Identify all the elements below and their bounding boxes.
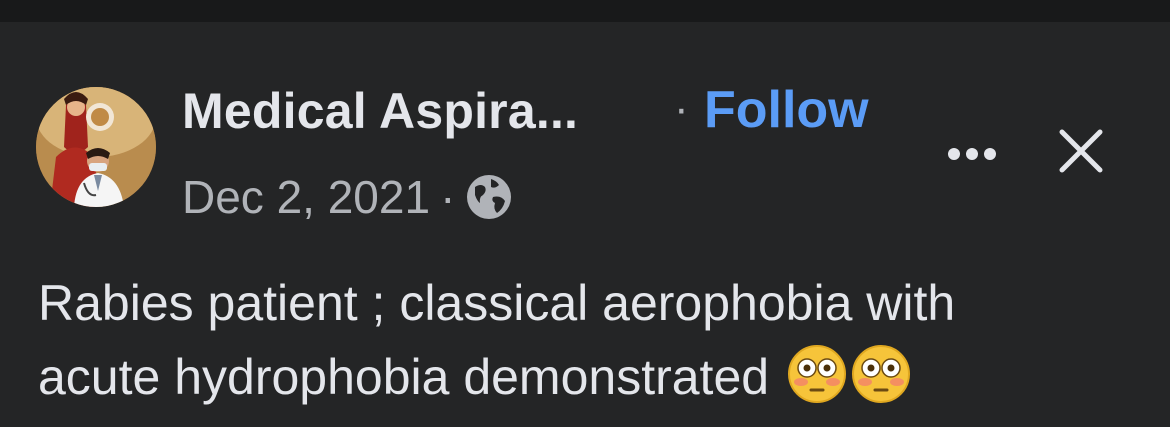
flushed-face-icon bbox=[787, 345, 846, 403]
post-meta: Dec 2, 2021 · bbox=[182, 170, 513, 224]
post-text-line-2-text: acute hydrophobia demonstrated bbox=[38, 349, 770, 405]
flushed-face-icon bbox=[851, 345, 910, 403]
top-strip bbox=[0, 0, 1170, 22]
follow-separator: · bbox=[674, 84, 689, 133]
post-card: Medical Aspira... · Follow Dec 2, 2021 ·… bbox=[0, 22, 1170, 427]
more-options-button[interactable] bbox=[940, 130, 1004, 178]
author-name[interactable]: Medical Aspira... bbox=[182, 82, 578, 140]
author-avatar[interactable] bbox=[36, 87, 156, 207]
meta-separator: · bbox=[440, 171, 456, 223]
close-button[interactable] bbox=[1050, 120, 1112, 182]
post-text-line-2: acute hydrophobia demonstrated bbox=[38, 340, 1148, 414]
close-icon bbox=[1059, 129, 1103, 173]
globe-icon[interactable] bbox=[465, 173, 513, 221]
post-text-line-1: Rabies patient ; classical aerophobia wi… bbox=[38, 275, 956, 331]
post-date[interactable]: Dec 2, 2021 bbox=[182, 170, 430, 224]
post-text: Rabies patient ; classical aerophobia wi… bbox=[38, 266, 1148, 414]
more-options-icon bbox=[948, 148, 996, 160]
follow-button[interactable]: Follow bbox=[704, 80, 869, 140]
avatar-image bbox=[36, 87, 156, 207]
